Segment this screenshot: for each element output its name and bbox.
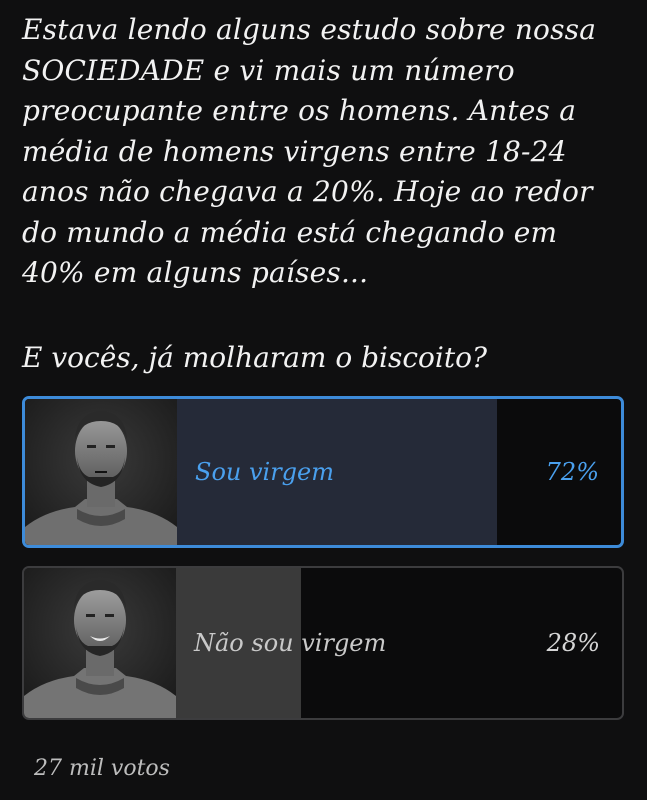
post-text: Estava lendo alguns estudo sobre nossa S… — [22, 13, 597, 289]
post-body: Estava lendo alguns estudo sobre nossa S… — [22, 10, 622, 294]
poll-option-sou-virgem[interactable]: Sou virgem 72% — [22, 396, 624, 548]
poll-option-percent: 72% — [545, 458, 599, 486]
poll-option-percent: 28% — [546, 629, 600, 657]
poll-question: E vocês, já molharam o biscoito? — [22, 341, 487, 374]
poll-option-label: Sou virgem — [195, 458, 335, 486]
poll-option-nao-sou-virgem[interactable]: Não sou virgem 28% — [22, 566, 624, 720]
man-portrait-image — [25, 399, 177, 545]
man-portrait-serious — [25, 399, 177, 545]
poll-option-label: Não sou virgem — [194, 629, 387, 657]
man-portrait-image — [24, 568, 176, 718]
vote-count: 27 mil votos — [34, 756, 170, 781]
man-portrait-smiling — [24, 568, 176, 718]
